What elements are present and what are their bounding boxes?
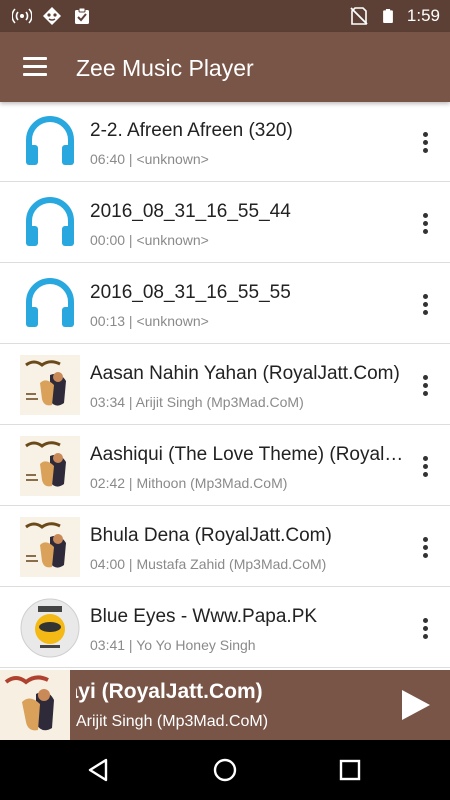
no-sim-icon <box>350 7 368 25</box>
more-options-button[interactable] <box>408 284 442 324</box>
song-meta: 00:00 | <unknown> <box>90 232 209 248</box>
more-options-button[interactable] <box>408 446 442 486</box>
song-meta: 06:40 | <unknown> <box>90 151 209 167</box>
album-art <box>20 355 80 415</box>
home-button[interactable] <box>209 754 241 786</box>
album-art <box>20 517 80 577</box>
more-options-button[interactable] <box>408 122 442 162</box>
list-item[interactable]: Blue Eyes - Www.Papa.PK 03:41 | Yo Yo Ho… <box>0 588 450 668</box>
song-title: Blue Eyes - Www.Papa.PK <box>90 606 318 627</box>
headphones-icon <box>26 116 74 165</box>
more-options-button[interactable] <box>408 527 442 567</box>
album-art <box>0 670 70 740</box>
song-title: 2016_08_31_16_55_55 <box>90 282 291 303</box>
song-meta: 00:13 | <unknown> <box>90 313 209 329</box>
headphones-icon <box>26 278 74 327</box>
song-meta: 02:42 | Mithoon (Mp3Mad.CoM) <box>90 475 288 491</box>
recents-icon <box>339 759 361 781</box>
song-title: Aashiqui (The Love Theme) (RoyalJatt.Com… <box>90 444 408 465</box>
menu-button[interactable] <box>12 43 60 91</box>
headphones-icon <box>26 197 74 246</box>
cat-face-icon <box>43 7 61 25</box>
song-meta: 04:00 | Mustafa Zahid (Mp3Mad.CoM) <box>90 556 327 572</box>
now-playing-bar[interactable]: Milne Hai Mujhse Aayi (RoyalJatt.Com) Ar… <box>0 670 450 740</box>
more-options-button[interactable] <box>408 365 442 405</box>
status-bar: 1:59 <box>0 0 450 32</box>
list-item[interactable]: 2-2. Afreen Afreen (320) 06:40 | <unknow… <box>0 102 450 182</box>
app-bar: Zee Music Player <box>0 32 450 102</box>
page-title: Zee Music Player <box>76 55 254 81</box>
list-item[interactable]: Aasan Nahin Yahan (RoyalJatt.Com) 03:34 … <box>0 345 450 425</box>
list-item[interactable]: 2016_08_31_16_55_55 00:13 | <unknown> <box>0 264 450 344</box>
song-title: 2016_08_31_16_55_44 <box>90 201 291 222</box>
play-icon <box>402 690 430 720</box>
now-playing-artist: Arijit Singh (Mp3Mad.CoM) <box>76 713 269 730</box>
song-list[interactable]: 2-2. Afreen Afreen (320) 06:40 | <unknow… <box>0 102 450 670</box>
list-item[interactable]: Aashiqui (The Love Theme) (RoyalJatt.Com… <box>0 426 450 506</box>
papa-pk-logo <box>20 598 80 658</box>
more-options-button[interactable] <box>408 203 442 243</box>
home-icon <box>213 758 237 782</box>
album-art <box>20 436 80 496</box>
now-playing-title: Milne Hai Mujhse Aayi (RoyalJatt.Com) <box>76 680 263 703</box>
back-icon <box>88 758 108 782</box>
nav-bar <box>0 740 450 800</box>
song-meta: 03:41 | Yo Yo Honey Singh <box>90 637 256 653</box>
song-title: 2-2. Afreen Afreen (320) <box>90 120 293 141</box>
list-item[interactable]: Bhula Dena (RoyalJatt.Com) 04:00 | Musta… <box>0 507 450 587</box>
battery-icon <box>383 9 393 23</box>
back-button[interactable] <box>82 754 114 786</box>
song-title: Bhula Dena (RoyalJatt.Com) <box>90 525 332 546</box>
play-button[interactable] <box>396 685 436 725</box>
status-time: 1:59 <box>406 6 440 25</box>
wifi-tethering-icon <box>12 8 32 24</box>
list-item[interactable]: 2016_08_31_16_55_44 00:00 | <unknown> <box>0 183 450 263</box>
song-title: Aasan Nahin Yahan (RoyalJatt.Com) <box>90 363 400 384</box>
clipboard-check-icon <box>75 7 89 24</box>
song-meta: 03:34 | Arijit Singh (Mp3Mad.CoM) <box>90 394 304 410</box>
more-options-button[interactable] <box>408 608 442 648</box>
recents-button[interactable] <box>334 754 366 786</box>
